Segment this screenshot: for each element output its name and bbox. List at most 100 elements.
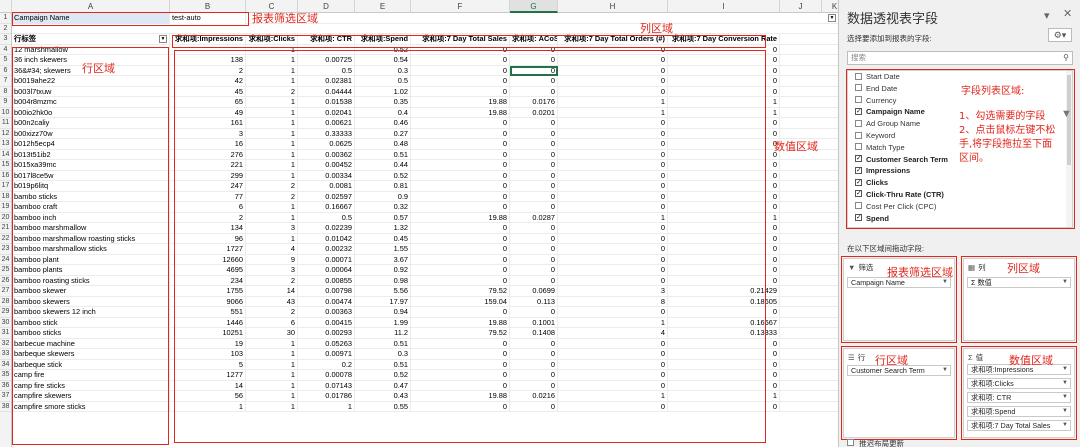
value-cell[interactable]: 1755 — [170, 286, 246, 297]
value-cell[interactable]: 0 — [668, 349, 780, 360]
row-header[interactable]: 18 — [0, 192, 11, 202]
value-cell[interactable]: 0.81 — [355, 181, 411, 192]
row-header[interactable]: 33 — [0, 349, 11, 360]
checkbox-icon[interactable] — [855, 72, 862, 80]
chevron-down-icon[interactable]: ▾ — [1044, 9, 1050, 22]
value-cell[interactable]: 0 — [510, 181, 558, 192]
row-header[interactable]: 36 — [0, 381, 11, 391]
value-cell[interactable]: 1.99 — [355, 317, 411, 328]
value-cell[interactable]: 0 — [510, 401, 558, 412]
value-cell[interactable]: 0 — [510, 349, 558, 360]
value-cell[interactable]: 247 — [170, 181, 246, 192]
value-cell[interactable]: 0.1001 — [510, 317, 558, 328]
column-header-K[interactable]: K — [822, 0, 838, 13]
value-cell[interactable]: 0.5 — [355, 76, 411, 87]
row-label-cell[interactable]: b015xa39mc — [12, 160, 170, 171]
value-cell[interactable]: 0.5 — [298, 65, 355, 76]
value-cell[interactable]: 1 — [246, 118, 298, 129]
row-header[interactable]: 4 — [0, 45, 11, 55]
value-cell[interactable]: 551 — [170, 307, 246, 318]
value-cell[interactable]: 0 — [558, 86, 668, 97]
value-cell[interactable]: 1 — [246, 55, 298, 66]
value-cell[interactable]: 1 — [246, 202, 298, 213]
chevron-down-icon[interactable]: ▼ — [1062, 365, 1068, 374]
row-label-cell[interactable]: campfire smore sticks — [12, 401, 170, 412]
value-cell[interactable]: 1 — [668, 391, 780, 402]
close-icon[interactable]: ✕ — [1063, 7, 1072, 20]
value-cell[interactable]: 0 — [411, 181, 510, 192]
row-header[interactable]: 23 — [0, 244, 11, 255]
value-cell[interactable]: 0.51 — [355, 359, 411, 370]
row-label-cell[interactable]: bamboo sticks — [12, 328, 170, 339]
row-label-cell[interactable]: bamboo marshmallow roasting sticks — [12, 233, 170, 244]
value-cell[interactable]: 0 — [668, 244, 780, 255]
value-cell[interactable]: 1 — [246, 370, 298, 381]
row-label-filter-icon[interactable]: ▼ — [159, 35, 167, 43]
value-cell[interactable]: 0.16667 — [668, 317, 780, 328]
value-cell[interactable]: 0.9 — [355, 191, 411, 202]
value-area-item[interactable]: 求和项: CTR ▼ — [967, 392, 1071, 403]
pivot-header-cell[interactable]: 求和项: ACoS) — [510, 34, 558, 45]
value-cell[interactable]: 0 — [510, 191, 558, 202]
row-header[interactable]: 24 — [0, 255, 11, 265]
filter-field-value[interactable]: test-auto — [170, 13, 246, 24]
value-cell[interactable]: 1 — [298, 401, 355, 412]
pivot-header-cell[interactable]: 求和项:7 Day Conversion Rate — [668, 34, 780, 45]
value-cell[interactable]: 1 — [246, 349, 298, 360]
value-cell[interactable]: 0 — [510, 118, 558, 129]
row-header[interactable]: 14 — [0, 150, 11, 160]
value-cell[interactable]: 0 — [558, 349, 668, 360]
value-cell[interactable]: 0 — [558, 338, 668, 349]
value-cell[interactable]: 0.0287 — [510, 212, 558, 223]
value-cell[interactable]: 1 — [558, 107, 668, 118]
value-cell[interactable]: 0 — [668, 170, 780, 181]
value-cell[interactable]: 0.47 — [355, 380, 411, 391]
row-label-cell[interactable]: camp fire — [12, 370, 170, 381]
value-cell[interactable]: 8 — [558, 296, 668, 307]
value-cell[interactable]: 0 — [668, 55, 780, 66]
row-header[interactable]: 34 — [0, 360, 11, 370]
value-area-item[interactable]: 求和项:Spend ▼ — [967, 406, 1071, 417]
value-cell[interactable]: 1 — [246, 380, 298, 391]
row-label-cell[interactable]: b00xizz70w — [12, 128, 170, 139]
column-header-E[interactable]: E — [355, 0, 411, 13]
value-cell[interactable]: 0 — [558, 254, 668, 265]
value-cell[interactable]: 1 — [246, 128, 298, 139]
chevron-down-icon[interactable]: ▼ — [1062, 407, 1068, 416]
value-cell[interactable]: 1 — [668, 97, 780, 108]
value-cell[interactable]: 2 — [246, 86, 298, 97]
value-cell[interactable]: 0.18605 — [668, 296, 780, 307]
row-header[interactable]: 30 — [0, 318, 11, 328]
field-item[interactable]: Currency — [848, 95, 1072, 107]
value-cell[interactable]: 0 — [411, 128, 510, 139]
value-cell[interactable]: 0 — [558, 275, 668, 286]
value-cell[interactable]: 0 — [411, 76, 510, 87]
row-label-cell[interactable]: barbeque stick — [12, 359, 170, 370]
value-cell[interactable]: 0.01538 — [298, 97, 355, 108]
value-cell[interactable]: 0 — [411, 55, 510, 66]
value-cell[interactable]: 0 — [558, 265, 668, 276]
value-cell[interactable]: 79.52 — [411, 328, 510, 339]
value-cell[interactable]: 1 — [246, 212, 298, 223]
row-header[interactable]: 10 — [0, 108, 11, 118]
value-cell[interactable]: 0 — [510, 76, 558, 87]
row-header[interactable]: 28 — [0, 297, 11, 307]
field-item[interactable]: Cost Per Click (CPC) — [848, 201, 1072, 213]
value-cell[interactable]: 0.33333 — [298, 128, 355, 139]
row-header[interactable]: 35 — [0, 370, 11, 381]
value-cell[interactable]: 4 — [246, 244, 298, 255]
value-cell[interactable]: 0.57 — [355, 212, 411, 223]
value-cell[interactable]: 0 — [668, 275, 780, 286]
row-header[interactable]: 22 — [0, 234, 11, 244]
value-cell[interactable]: 0 — [510, 370, 558, 381]
value-cell[interactable]: 1 — [668, 107, 780, 118]
value-cell[interactable]: 79.52 — [411, 286, 510, 297]
row-header[interactable]: 6 — [0, 66, 11, 76]
value-cell[interactable]: 0.52 — [355, 44, 411, 55]
value-cell[interactable]: 0.54 — [355, 55, 411, 66]
value-cell[interactable]: 0 — [510, 149, 558, 160]
row-label-cell[interactable]: b0019ahe22 — [12, 76, 170, 87]
value-cell[interactable]: 234 — [170, 275, 246, 286]
row-header[interactable]: 11 — [0, 118, 11, 129]
value-cell[interactable]: 0.00474 — [298, 296, 355, 307]
